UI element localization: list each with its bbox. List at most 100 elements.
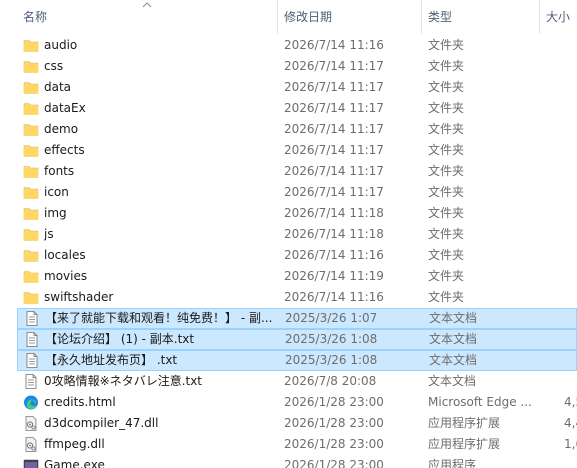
column-divider[interactable]	[277, 0, 278, 34]
file-type: 文件夹	[428, 101, 465, 115]
file-modified-date: 2025/3/26 1:07	[285, 311, 378, 325]
file-modified-date: 2026/7/14 11:18	[284, 206, 384, 220]
file-row[interactable]: icon 2026/7/14 11:17 文件夹	[17, 182, 577, 203]
column-header-bar: 名称 修改日期 类型 大小	[0, 0, 577, 34]
file-modified-date: 2025/3/26 1:08	[285, 332, 378, 346]
file-row[interactable]: 【论坛介绍】 (1) - 副本.txt 2025/3/26 1:08 文本文档	[17, 329, 577, 350]
column-header-size[interactable]: 大小	[546, 0, 570, 34]
file-size: 4,4	[564, 416, 577, 430]
folder-icon	[23, 269, 39, 284]
folder-icon	[23, 227, 39, 242]
file-name: demo	[44, 122, 79, 136]
file-row[interactable]: fonts 2026/7/14 11:17 文件夹	[17, 161, 577, 182]
file-name: css	[44, 59, 64, 73]
file-row[interactable]: d3dcompiler_47.dll 2026/1/28 23:00 应用程序扩展 4…	[17, 413, 577, 434]
file-modified-date: 2026/7/14 11:18	[284, 227, 384, 241]
file-name: 【来了就能下载和观看！纯免费！】 - 副...	[45, 311, 273, 325]
file-modified-date: 2026/1/28 23:00	[284, 437, 384, 451]
file-type: 文件夹	[428, 38, 465, 52]
file-name: 0攻略情報※ネタバレ注意.txt	[44, 374, 203, 388]
file-name: 【永久地址发布页】 .txt	[45, 353, 178, 367]
file-modified-date: 2026/7/14 11:17	[284, 80, 384, 94]
file-row[interactable]: dataEx 2026/7/14 11:17 文件夹	[17, 98, 577, 119]
file-type: 文件夹	[428, 206, 465, 220]
file-type: 文本文档	[428, 374, 477, 388]
file-row[interactable]: locales 2026/7/14 11:16 文件夹	[17, 245, 577, 266]
folder-icon	[23, 143, 39, 158]
file-name: credits.html	[44, 395, 116, 409]
file-name: audio	[44, 38, 78, 52]
file-modified-date: 2026/7/14 11:16	[284, 290, 384, 304]
file-row[interactable]: css 2026/7/14 11:17 文件夹	[17, 56, 577, 77]
column-header-type[interactable]: 类型	[428, 0, 452, 34]
text-file-icon	[23, 374, 39, 389]
file-type: 文件夹	[428, 59, 465, 73]
column-divider[interactable]	[421, 0, 422, 34]
file-row[interactable]: demo 2026/7/14 11:17 文件夹	[17, 119, 577, 140]
file-name: effects	[44, 143, 85, 157]
file-type: 应用程序扩展	[428, 416, 501, 430]
folder-icon	[23, 290, 39, 305]
text-file-icon	[24, 332, 40, 347]
file-type: 文件夹	[428, 185, 465, 199]
folder-icon	[23, 185, 39, 200]
file-modified-date: 2026/7/14 11:19	[284, 269, 384, 283]
file-size: 1,6	[564, 437, 577, 451]
file-row[interactable]: Game.exe 2026/1/28 23:00 应用程序	[17, 455, 577, 468]
file-name: 【论坛介绍】 (1) - 副本.txt	[45, 332, 195, 346]
dll-file-icon	[23, 437, 39, 452]
file-type: 应用程序扩展	[428, 437, 501, 451]
file-name: ffmpeg.dll	[44, 437, 105, 451]
file-type: 文件夹	[428, 122, 465, 136]
file-modified-date: 2026/7/14 11:16	[284, 248, 384, 262]
file-row[interactable]: js 2026/7/14 11:18 文件夹	[17, 224, 577, 245]
file-type: 文本文档	[429, 353, 478, 367]
file-modified-date: 2026/7/14 11:17	[284, 143, 384, 157]
file-row[interactable]: 0攻略情報※ネタバレ注意.txt 2026/7/8 20:08 文本文档	[17, 371, 577, 392]
file-row[interactable]: effects 2026/7/14 11:17 文件夹	[17, 140, 577, 161]
file-row[interactable]: img 2026/7/14 11:18 文件夹	[17, 203, 577, 224]
file-type: 文件夹	[428, 269, 465, 283]
column-header-modified[interactable]: 修改日期	[284, 0, 332, 34]
file-modified-date: 2026/1/28 23:00	[284, 416, 384, 430]
file-row[interactable]: 【永久地址发布页】 .txt 2025/3/26 1:08 文本文档	[17, 350, 577, 371]
file-name: data	[44, 80, 72, 94]
dll-file-icon	[23, 416, 39, 431]
file-name: js	[44, 227, 54, 241]
folder-icon	[23, 80, 39, 95]
file-modified-date: 2026/7/14 11:17	[284, 101, 384, 115]
file-type: 文件夹	[428, 290, 465, 304]
exe-file-icon	[23, 458, 39, 468]
file-name: icon	[44, 185, 69, 199]
file-row[interactable]: audio 2026/7/14 11:16 文件夹	[17, 35, 577, 56]
file-type: 应用程序	[428, 458, 477, 468]
file-row[interactable]: swiftshader 2026/7/14 11:16 文件夹	[17, 287, 577, 308]
file-type: 文件夹	[428, 164, 465, 178]
file-row[interactable]: credits.html 2026/1/28 23:00 Microsoft Edg…	[17, 392, 577, 413]
folder-icon	[23, 38, 39, 53]
text-file-icon	[24, 353, 40, 368]
file-modified-date: 2026/7/14 11:17	[284, 164, 384, 178]
file-row[interactable]: movies 2026/7/14 11:19 文件夹	[17, 266, 577, 287]
file-modified-date: 2026/7/14 11:16	[284, 38, 384, 52]
file-type: Microsoft Edge ...	[428, 395, 532, 409]
column-divider[interactable]	[539, 0, 540, 34]
edge-html-icon	[23, 395, 39, 410]
file-row[interactable]: 【来了就能下载和观看！纯免费！】 - 副... 2025/3/26 1:07 文本文…	[17, 308, 577, 329]
folder-icon	[23, 248, 39, 263]
file-modified-date: 2026/1/28 23:00	[284, 458, 384, 468]
file-type: 文件夹	[428, 143, 465, 157]
folder-icon	[23, 164, 39, 179]
file-name: dataEx	[44, 101, 86, 115]
column-header-name[interactable]: 名称	[23, 0, 47, 34]
file-name: Game.exe	[44, 458, 105, 468]
file-name: fonts	[44, 164, 75, 178]
file-type: 文件夹	[428, 248, 465, 262]
file-row[interactable]: ffmpeg.dll 2026/1/28 23:00 应用程序扩展 1,6	[17, 434, 577, 455]
file-name: d3dcompiler_47.dll	[44, 416, 159, 430]
file-type: 文本文档	[429, 332, 478, 346]
folder-icon	[23, 101, 39, 116]
text-file-icon	[24, 311, 40, 326]
file-row[interactable]: data 2026/7/14 11:17 文件夹	[17, 77, 577, 98]
file-type: 文本文档	[429, 311, 478, 325]
